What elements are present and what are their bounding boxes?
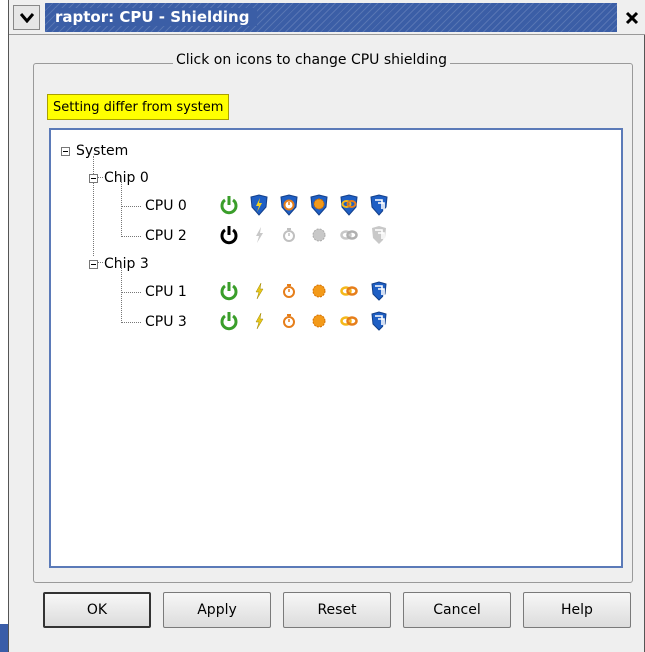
tree-node-cpu-0[interactable]: CPU 0 [145, 194, 187, 218]
power-icon[interactable] [219, 194, 239, 216]
close-button[interactable] [621, 5, 643, 30]
fast-forward-icon[interactable] [369, 280, 389, 302]
cpu-tree: System Chip 0 CPU 0 CPU 2 Chip 3 CPU 1 C… [49, 128, 623, 568]
timer-icon[interactable] [279, 280, 299, 302]
collapse-icon[interactable] [89, 259, 98, 269]
tree-node-system[interactable]: System [61, 139, 128, 163]
tree-line [121, 292, 141, 293]
tree-node-chip-3[interactable]: Chip 3 [89, 252, 149, 276]
lightning-icon[interactable] [249, 224, 269, 246]
apply-button[interactable]: Apply [163, 592, 271, 628]
gear-shield-icon[interactable] [309, 194, 329, 216]
window-title: raptor: CPU - Shielding [55, 8, 258, 26]
lightning-icon[interactable] [249, 280, 269, 302]
frame-legend: Click on icons to change CPU shielding [173, 52, 450, 68]
gear-icon[interactable] [309, 310, 329, 332]
timer-shield-icon[interactable] [279, 194, 299, 216]
close-icon [625, 11, 639, 24]
link-icon[interactable] [339, 280, 359, 302]
timer-icon[interactable] [279, 224, 299, 246]
cpu-label: CPU 0 [145, 198, 187, 214]
lightning-icon[interactable] [249, 310, 269, 332]
lightning-shield-icon[interactable] [249, 194, 269, 216]
window-menu-button[interactable] [13, 5, 40, 30]
cpu-label: CPU 1 [145, 284, 187, 300]
cpu-shielding-dialog: raptor: CPU - Shielding Click on icons t… [8, 0, 645, 652]
cpu-label: CPU 2 [145, 228, 187, 244]
link-icon[interactable] [339, 224, 359, 246]
tree-node-chip-0[interactable]: Chip 0 [89, 166, 149, 190]
tree-node-cpu-1[interactable]: CPU 1 [145, 280, 187, 304]
tree-line [121, 236, 141, 237]
tree-node-label: Chip 0 [104, 170, 149, 186]
fast-forward-icon[interactable] [369, 310, 389, 332]
tree-line [121, 322, 141, 323]
title-bar-background[interactable]: raptor: CPU - Shielding [45, 3, 617, 32]
tree-node-cpu-2[interactable]: CPU 2 [145, 224, 187, 248]
collapse-icon[interactable] [89, 173, 98, 183]
tree-line [121, 268, 122, 323]
tree-line [121, 206, 141, 207]
gear-icon[interactable] [309, 224, 329, 246]
tree-node-label: System [76, 143, 129, 159]
ok-button[interactable]: OK [43, 592, 151, 628]
cancel-button[interactable]: Cancel [403, 592, 511, 628]
title-bar: raptor: CPU - Shielding [9, 0, 645, 35]
fast-forward-shield-icon[interactable] [369, 194, 389, 216]
tree-line [121, 182, 122, 237]
cpu-label: CPU 3 [145, 314, 187, 330]
power-icon[interactable] [219, 224, 239, 246]
reset-button[interactable]: Reset [283, 592, 391, 628]
power-icon[interactable] [219, 310, 239, 332]
collapse-icon[interactable] [61, 146, 70, 156]
fast-forward-icon[interactable] [369, 224, 389, 246]
power-icon[interactable] [219, 280, 239, 302]
status-badge: Setting differ from system [47, 94, 230, 120]
tree-node-cpu-3[interactable]: CPU 3 [145, 310, 187, 334]
chevron-down-icon [19, 12, 34, 23]
tree-node-label: Chip 3 [104, 256, 149, 272]
link-icon[interactable] [339, 310, 359, 332]
timer-icon[interactable] [279, 310, 299, 332]
help-button[interactable]: Help [523, 592, 631, 628]
link-shield-icon[interactable] [339, 194, 359, 216]
gear-icon[interactable] [309, 280, 329, 302]
